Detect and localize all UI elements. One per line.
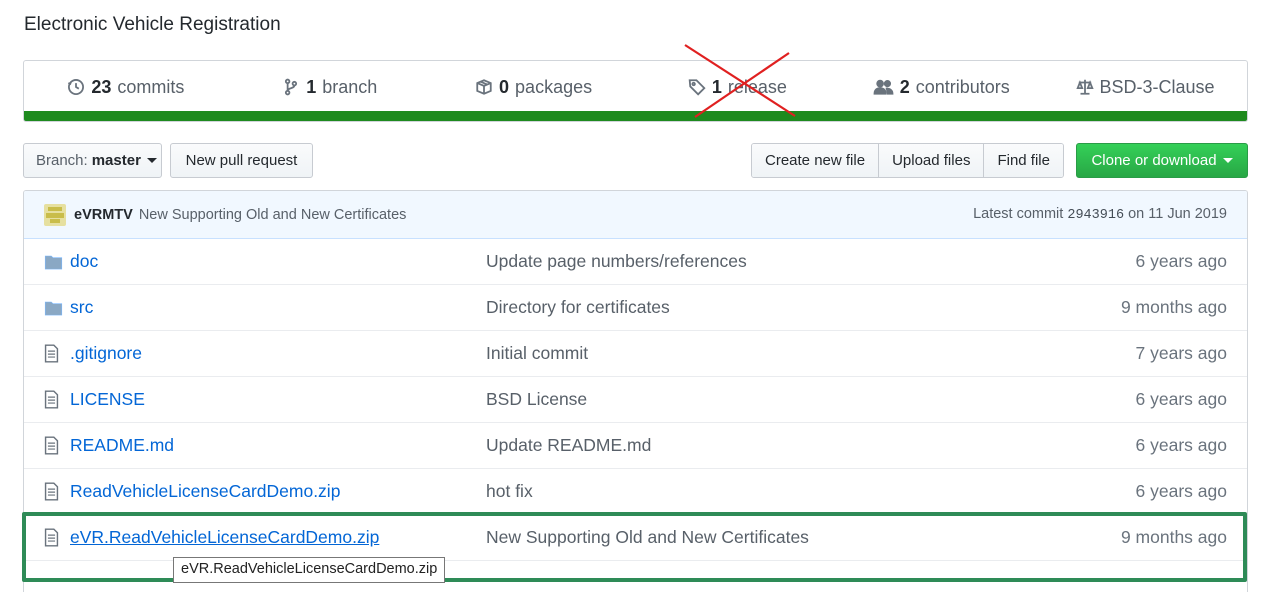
file-age: 6 years ago [1135,481,1227,501]
history-icon [68,79,85,95]
contributors-count: 2 [899,76,910,97]
file-commit-message[interactable]: Directory for certificates [486,297,1121,318]
file-commit-message[interactable]: New Supporting Old and New Certificates [486,527,1121,548]
file-commit-message[interactable]: hot fix [486,481,1136,502]
file-age: 9 months ago [1120,297,1227,317]
releases-count: 1 [711,76,722,97]
packages-label: packages [515,76,593,97]
file-icon [44,390,64,409]
latest-commit-info: Latest commit 2943916 on 11 Jun 2019 [973,206,1227,223]
folder-icon [44,300,64,316]
branches-label: branch [322,76,378,97]
file-name-link[interactable]: ReadVehicleLicenseCardDemo.zip [70,481,486,502]
caret-down-icon [1222,158,1233,163]
file-commit-message[interactable]: Update README.md [486,435,1136,456]
file-icon [44,436,64,455]
commits-link[interactable]: 23 commits [24,77,228,98]
file-name-link[interactable]: doc [70,251,486,272]
packages-count: 0 [499,76,510,97]
latest-commit-label: Latest commit [973,206,1064,222]
table-row: eVR.ReadVehicleLicenseCardDemo.zip New Su… [24,515,1247,561]
releases-label: release [727,76,787,97]
branches-count: 1 [306,76,317,97]
law-icon [1075,79,1094,95]
file-icon [44,344,64,363]
branches-link[interactable]: 1 branch [228,77,432,98]
branch-name: master [91,152,141,169]
contributors-link[interactable]: 2 contributors [839,77,1043,98]
file-actions-group: Create new file Upload files Find file [751,143,1064,178]
table-row: .gitignore Initial commit 7 years ago [24,331,1247,377]
latest-commit-bar: eVRMTV New Supporting Old and New Certif… [24,191,1247,239]
commits-count: 23 [91,76,112,97]
commit-message[interactable]: New Supporting Old and New Certificates [139,207,407,223]
people-icon [873,79,894,95]
file-commit-message[interactable]: Initial commit [486,343,1136,364]
file-name-link[interactable]: README.md [70,435,486,456]
license-label: BSD-3-Clause [1099,76,1215,97]
table-row: LICENSE BSD License 6 years ago [24,377,1247,423]
commit-author[interactable]: eVRMTV [74,207,133,223]
find-file-button[interactable]: Find file [984,144,1063,177]
file-name-link[interactable]: .gitignore [70,343,486,364]
table-row: src Directory for certificates 9 months ag… [24,285,1247,331]
commit-date: on 11 Jun 2019 [1128,206,1227,222]
repo-description: Electronic Vehicle Registration [24,14,281,35]
file-name-link[interactable]: LICENSE [70,389,486,410]
file-age: 6 years ago [1135,435,1227,455]
file-age: 6 years ago [1135,251,1227,271]
file-navigation-toolbar: Branch: master New pull request Create n… [23,143,1248,179]
commit-sha[interactable]: 2943916 [1067,208,1124,223]
packages-link[interactable]: 0 packages [432,77,636,98]
upload-files-button[interactable]: Upload files [879,144,985,177]
license-link[interactable]: BSD-3-Clause [1043,77,1247,98]
table-row: ReadVehicleLicenseCardDemo.zip hot fix 6 y… [24,469,1247,515]
file-age: 7 years ago [1135,343,1227,363]
package-icon [476,79,492,95]
file-icon [44,482,64,501]
branch-prefix: Branch: [36,152,88,169]
branch-select-button[interactable]: Branch: master [23,143,162,178]
folder-icon [44,254,64,270]
file-commit-message[interactable]: BSD License [486,389,1136,410]
file-name-link[interactable]: eVR.ReadVehicleLicenseCardDemo.zip [70,527,486,548]
file-age: 9 months ago [1120,527,1227,547]
tag-icon [688,79,706,96]
file-name-link[interactable]: src [70,297,486,318]
numbers-summary: 23 commits 1 branch 0 packages 1 release… [23,60,1248,122]
releases-link[interactable]: 1 release [635,77,839,98]
new-pull-request-button[interactable]: New pull request [170,143,313,178]
table-row: doc Update page numbers/references 6 years… [24,239,1247,285]
branch-icon [285,78,298,96]
file-age: 6 years ago [1135,389,1227,409]
clone-label: Clone or download [1091,152,1217,169]
file-commit-message[interactable]: Update page numbers/references [486,251,1136,272]
table-row: README.md Update README.md 6 years ago [24,423,1247,469]
language-bar[interactable] [24,111,1247,121]
commits-label: commits [117,76,185,97]
file-icon [44,528,64,547]
clone-or-download-button[interactable]: Clone or download [1076,143,1248,178]
avatar[interactable] [44,203,66,226]
caret-down-icon [146,158,157,163]
link-tooltip: eVR.ReadVehicleLicenseCardDemo.zip [173,557,446,583]
create-new-file-button[interactable]: Create new file [752,144,880,177]
contributors-label: contributors [915,76,1010,97]
file-list: eVRMTV New Supporting Old and New Certif… [23,190,1248,592]
